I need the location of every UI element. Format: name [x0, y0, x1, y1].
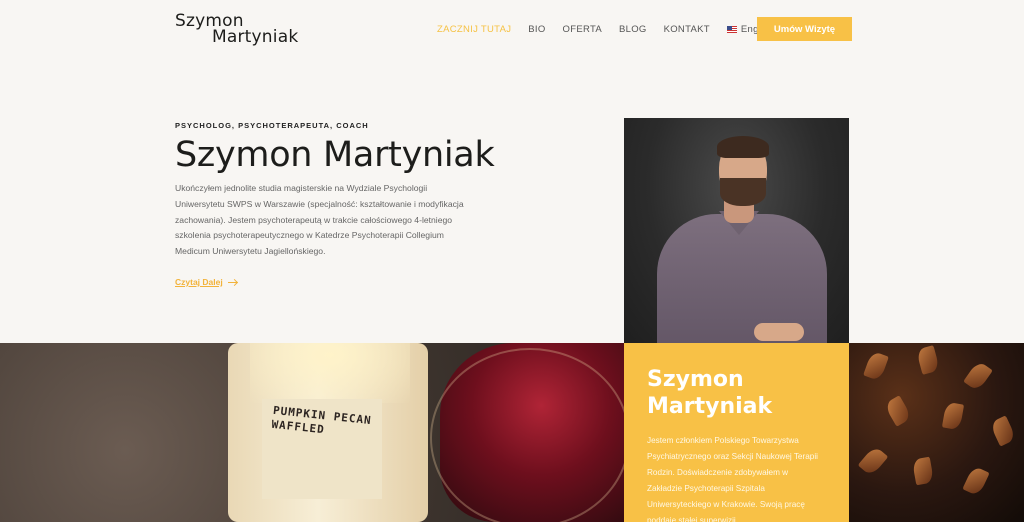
site-logo[interactable]: Szymon Martyniak	[175, 13, 299, 47]
nav-item-kontakt[interactable]: KONTAKT	[664, 24, 710, 35]
leaf-shape	[962, 465, 990, 497]
leaf-shape	[989, 415, 1017, 447]
main-nav: ZACZNIJ TUTAJ BIO OFERTA BLOG KONTAKT En…	[437, 17, 774, 41]
portrait-photo	[624, 118, 849, 343]
portrait-beard	[720, 178, 766, 206]
leaf-shape	[941, 401, 965, 431]
leaf-shape	[883, 395, 913, 427]
wine-glass-rim	[430, 348, 630, 522]
about-card: Szymon Martyniak Jestem członkiem Polski…	[624, 343, 849, 522]
about-card-text: Jestem członkiem Polskiego Towarzystwa P…	[647, 436, 818, 522]
read-more-link[interactable]: Czytaj Dalej	[175, 277, 237, 287]
hero-eyebrow: PSYCHOLOG, PSYCHOTERAPEUTA, COACH	[175, 121, 369, 130]
leaf-shape	[963, 360, 993, 392]
portrait-shirt	[657, 214, 827, 343]
hero-description: Ukończyłem jednolite studia magisterskie…	[175, 183, 464, 257]
leaf-shape	[863, 350, 889, 382]
leaves-photo	[849, 343, 1024, 522]
about-title-line-2: Martyniak	[647, 394, 773, 419]
nav-item-blog[interactable]: BLOG	[619, 24, 647, 35]
leaf-shape	[915, 345, 941, 375]
leaf-shape	[857, 445, 889, 477]
logo-line-2: Martyniak	[212, 27, 299, 47]
hero-title: Szymon Martyniak	[175, 135, 495, 175]
portrait-hands	[754, 323, 804, 341]
nav-item-zacznij-tutaj[interactable]: ZACZNIJ TUTAJ	[437, 24, 511, 35]
nav-item-bio[interactable]: BIO	[528, 24, 545, 35]
us-flag-icon	[726, 25, 737, 33]
about-card-title: Szymon Martyniak	[647, 366, 772, 420]
book-visit-button[interactable]: Umów Wizytę	[757, 17, 852, 41]
candle-glow	[250, 343, 410, 403]
about-title-line-1: Szymon	[647, 367, 744, 392]
leaf-shape	[911, 456, 935, 486]
feature-band: PUMPKIN PECAN WAFFLED Szymon Martyniak J…	[0, 343, 1024, 522]
arrow-right-icon	[227, 281, 237, 283]
nav-item-oferta[interactable]: OFERTA	[563, 24, 602, 35]
read-more-label: Czytaj Dalej	[175, 277, 223, 287]
portrait-hair	[717, 136, 769, 158]
